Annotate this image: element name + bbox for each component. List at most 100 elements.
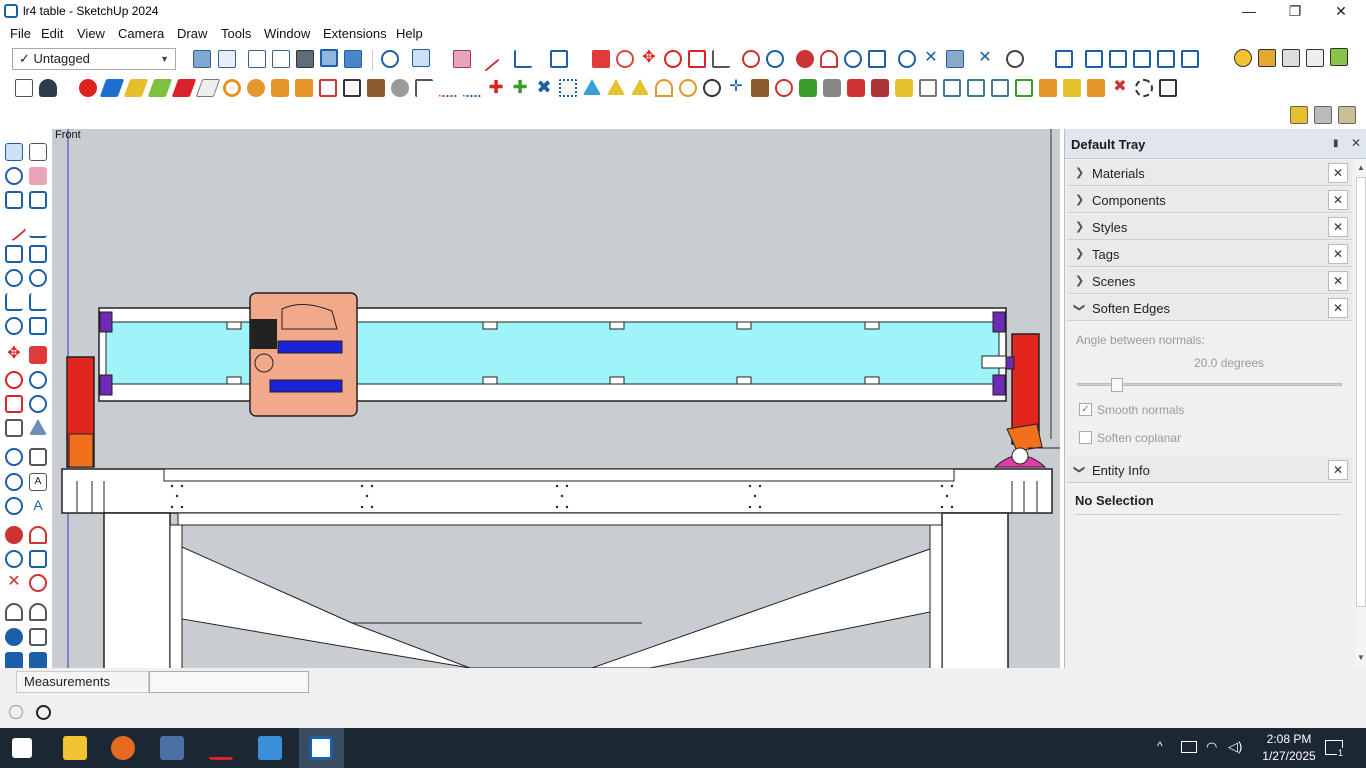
zoom-window-left-icon[interactable] (29, 550, 47, 568)
menu-tools[interactable]: Tools (221, 26, 251, 41)
xray-style-icon[interactable] (193, 50, 211, 68)
component-red-icon[interactable] (847, 79, 865, 97)
3d-text-icon[interactable]: A (29, 473, 47, 491)
pushpull-left-icon[interactable] (29, 346, 47, 364)
polygon-icon[interactable] (29, 269, 47, 287)
panel-soften-edges[interactable]: ❯ Soften Edges ✕ (1067, 295, 1352, 321)
rotated-rect-icon[interactable] (29, 245, 47, 263)
file-explorer-icon[interactable] (63, 736, 87, 760)
box-brown-icon[interactable] (751, 79, 769, 97)
protractor-left-icon[interactable] (5, 448, 23, 466)
view-left-icon[interactable] (1181, 50, 1199, 68)
measurements-input[interactable] (149, 671, 309, 693)
select-tool-icon[interactable] (412, 49, 430, 67)
info-icon[interactable] (36, 705, 51, 720)
account-icon[interactable] (1006, 50, 1024, 68)
pyramid-icon[interactable] (607, 79, 625, 95)
split-icon[interactable] (1159, 79, 1177, 97)
user-icon[interactable] (39, 79, 57, 97)
section-fill-icon[interactable] (946, 50, 964, 68)
rotate-tool-icon[interactable] (664, 50, 682, 68)
zoom-left-icon[interactable] (5, 550, 23, 568)
eraser-left-icon[interactable] (29, 167, 47, 185)
panel-close-button[interactable]: ✕ (1328, 271, 1348, 291)
circle-icon[interactable] (5, 269, 23, 287)
smooth-normals-checkbox[interactable]: ✓ (1079, 403, 1092, 416)
view-front-icon[interactable] (1109, 50, 1127, 68)
wifi-icon[interactable]: ◠ (1206, 739, 1217, 755)
freehand-icon[interactable] (29, 220, 47, 238)
display-sections-icon[interactable]: ✕ (976, 50, 994, 68)
zoom-icon[interactable] (381, 50, 399, 68)
model-viewport[interactable]: Front (52, 129, 1060, 668)
pie-icon[interactable] (29, 317, 47, 335)
rotate-left-icon[interactable] (5, 371, 23, 389)
svg-export-icon[interactable] (1330, 48, 1348, 66)
minimize-button[interactable]: — (1226, 0, 1272, 23)
box-yellow-icon[interactable] (1290, 106, 1308, 124)
push-pull-icon[interactable] (592, 50, 610, 68)
zoom-extents-icon[interactable] (868, 50, 886, 68)
panel-teal-3-icon[interactable] (991, 79, 1009, 97)
flag-tool-icon[interactable] (343, 79, 361, 97)
section-left-icon[interactable] (5, 497, 23, 515)
rectangle-tool-icon[interactable] (550, 50, 568, 68)
cross-red-icon[interactable]: ✚ (487, 78, 505, 97)
view-back-icon[interactable] (1157, 50, 1175, 68)
cone-icon[interactable] (583, 79, 601, 95)
extension-3-icon[interactable] (1282, 49, 1300, 67)
dimension-icon[interactable] (29, 419, 47, 435)
arc-orange-icon[interactable] (655, 79, 673, 97)
section-cut-icon[interactable]: ✕ (922, 50, 940, 68)
tag-eraser-icon[interactable] (29, 191, 47, 209)
undo-red-icon[interactable] (775, 79, 793, 97)
arc-3pt-icon[interactable] (5, 317, 23, 335)
section-plane-left-icon[interactable] (29, 628, 47, 646)
shaded-icon[interactable] (296, 50, 314, 68)
panel-close-button[interactable]: ✕ (1328, 244, 1348, 264)
axes-icon[interactable] (29, 448, 47, 466)
cross-blue-icon[interactable]: ✖ (535, 78, 553, 97)
offset-tool-icon[interactable] (712, 50, 730, 68)
menu-help[interactable]: Help (396, 26, 423, 41)
offset-left-icon[interactable] (29, 395, 47, 413)
position-camera-icon[interactable] (5, 603, 23, 621)
twist-tool-icon[interactable] (271, 79, 289, 97)
bend-tool-icon[interactable] (247, 79, 265, 97)
clock[interactable]: 2:08 PM 1/27/2025 (1256, 731, 1322, 765)
scatter-icon[interactable]: ✖ (1111, 79, 1129, 97)
geolocation-icon[interactable] (9, 705, 23, 719)
tape-measure-icon[interactable] (742, 50, 760, 68)
fillet-icon[interactable] (415, 79, 433, 97)
zoom-window-icon[interactable] (844, 50, 862, 68)
menu-edit[interactable]: Edit (41, 26, 63, 41)
spline-icon[interactable] (439, 79, 457, 97)
new-file-icon[interactable] (15, 79, 33, 97)
scroll-up-icon[interactable]: ▲ (1357, 163, 1365, 172)
previous-view-icon[interactable] (29, 574, 47, 592)
view-iso-icon[interactable] (1055, 50, 1073, 68)
panel-close-button[interactable]: ✕ (1328, 460, 1348, 480)
loop-icon[interactable] (1135, 79, 1153, 97)
extension-1-icon[interactable] (1234, 49, 1252, 67)
show-hidden-icons-icon[interactable]: ^ (1157, 739, 1163, 753)
surface-blue-icon[interactable] (99, 79, 125, 97)
label-a-icon[interactable]: A (29, 497, 47, 515)
panel-teal-2-icon[interactable] (967, 79, 985, 97)
orbit-left-icon[interactable] (5, 526, 23, 544)
start-windows-icon[interactable] (12, 738, 32, 758)
grid-tool-icon[interactable] (319, 79, 337, 97)
wireframe-icon[interactable] (248, 50, 266, 68)
scale-tool-icon[interactable] (688, 50, 706, 68)
menu-draw[interactable]: Draw (177, 26, 207, 41)
calculator-icon[interactable] (160, 736, 184, 760)
angle-slider[interactable] (1077, 378, 1342, 392)
panel-scenes[interactable]: ❯ Scenes ✕ (1067, 268, 1352, 294)
tape-left-icon[interactable] (5, 419, 23, 437)
panel-components[interactable]: ❯ Components ✕ (1067, 187, 1352, 213)
slider-knob[interactable] (1111, 378, 1123, 392)
scroll-thumb[interactable] (1356, 177, 1366, 607)
arc-2pt-icon[interactable] (29, 293, 47, 311)
lasso-icon[interactable] (29, 143, 47, 161)
box-tan-icon[interactable] (1338, 106, 1356, 124)
